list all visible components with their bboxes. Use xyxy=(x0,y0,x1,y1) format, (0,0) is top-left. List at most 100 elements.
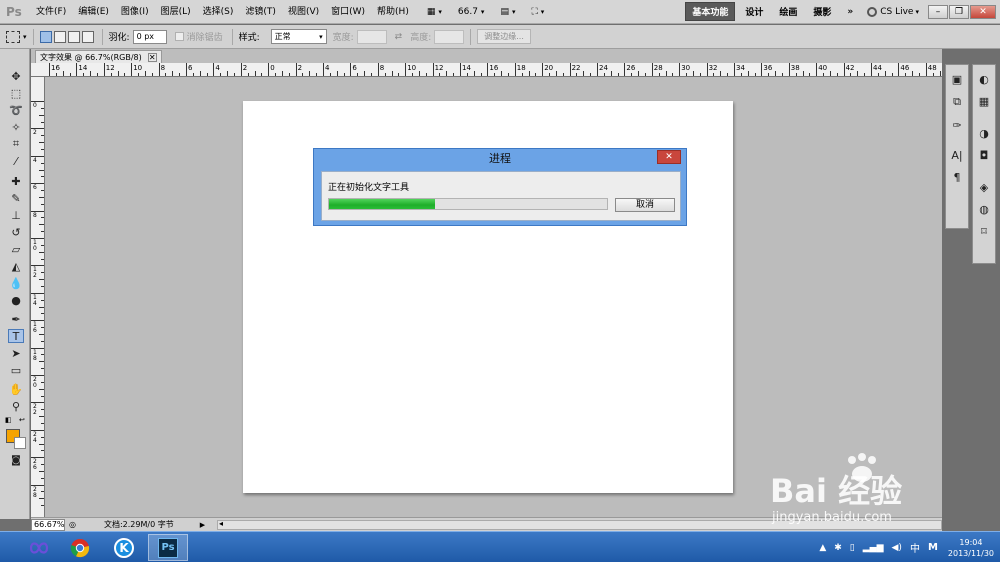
zoom-tool-icon[interactable]: ⚲ xyxy=(8,399,24,413)
workspace-design[interactable]: 设计 xyxy=(739,3,769,20)
taskbar-chrome[interactable] xyxy=(60,534,100,561)
history-icon[interactable]: ⧉ xyxy=(946,92,968,112)
taskbar-photoshop[interactable]: Ps xyxy=(148,534,188,561)
menu-file[interactable]: 文件(F) xyxy=(30,0,72,24)
magic-wand-tool-icon[interactable]: ✧ xyxy=(8,120,24,134)
restore-button[interactable]: ❐ xyxy=(949,4,969,19)
paragraph-icon[interactable]: ¶ xyxy=(946,167,968,187)
eraser-tool-icon[interactable]: ▱ xyxy=(8,242,24,256)
hand-tool-icon[interactable]: ✋ xyxy=(8,382,24,396)
dodge-tool-icon[interactable]: ● xyxy=(8,293,24,307)
ruler-label: 46 xyxy=(900,64,910,72)
default-colors-icon[interactable]: ◧ xyxy=(5,416,12,424)
channels-icon[interactable]: ◍ xyxy=(973,199,995,219)
menu-filter[interactable]: 滤镜(T) xyxy=(239,0,282,24)
extras-dropdown[interactable]: ⛶ ▾ xyxy=(527,3,548,21)
menu-edit[interactable]: 编辑(E) xyxy=(72,0,115,24)
dialog-title: 进程 xyxy=(489,152,511,165)
document-tab[interactable]: 文字效果 @ 66.7%(RGB/8) ✕ xyxy=(35,50,162,63)
more-workspaces-button[interactable]: » xyxy=(841,5,859,19)
workspace-photography[interactable]: 摄影 xyxy=(807,3,837,20)
ime-indicator[interactable]: 中 xyxy=(910,540,920,555)
rectangle-tool-icon[interactable]: ▭ xyxy=(8,363,24,377)
height-input[interactable] xyxy=(434,29,465,44)
screen-mode-dropdown[interactable]: ▦ ▾ xyxy=(423,3,446,21)
minimize-button[interactable]: – xyxy=(928,4,948,19)
path-selection-tool-icon[interactable]: ➤ xyxy=(8,346,24,360)
clock[interactable]: 19:04 2013/11/30 xyxy=(948,537,994,559)
background-color-swatch[interactable] xyxy=(14,437,26,449)
layers-icon[interactable]: ◈ xyxy=(973,177,995,197)
clone-stamp-tool-icon[interactable]: ⊥ xyxy=(8,208,24,222)
move-tool-icon[interactable]: ✥ xyxy=(8,69,24,83)
brush-preset-icon[interactable]: ✑ xyxy=(946,115,968,135)
blur-tool-icon[interactable]: 💧 xyxy=(8,276,24,290)
tray-expand-icon[interactable]: ▲ xyxy=(819,543,826,553)
crop-tool-icon[interactable]: ⌗ xyxy=(8,137,24,151)
menu-image[interactable]: 图像(I) xyxy=(115,0,155,24)
menu-view[interactable]: 视图(V) xyxy=(282,0,325,24)
cs-live-button[interactable]: CS Live ▾ xyxy=(867,6,919,17)
mini-bridge-icon[interactable]: ▣ xyxy=(946,69,968,89)
subtract-selection-icon[interactable] xyxy=(67,30,80,43)
menu-layer[interactable]: 图层(L) xyxy=(155,0,197,24)
menu-help[interactable]: 帮助(H) xyxy=(371,0,415,24)
adjustments-icon[interactable]: ◑ xyxy=(973,123,995,143)
close-window-button[interactable]: ✕ xyxy=(970,4,996,19)
feather-input[interactable]: 0 px xyxy=(132,29,167,44)
history-brush-tool-icon[interactable]: ↺ xyxy=(8,225,24,239)
ruler-tick xyxy=(49,63,50,76)
bluetooth-icon[interactable]: ✱ xyxy=(834,543,842,553)
brush-tool-icon[interactable]: ✎ xyxy=(8,191,24,205)
quick-mask-icon[interactable]: ◙ xyxy=(8,453,24,467)
zoom-dropdown[interactable]: 66.7 ▾ xyxy=(454,3,489,21)
ruler-label: 12 xyxy=(434,64,444,72)
cancel-button[interactable]: 取消 xyxy=(615,198,675,212)
ruler-tick xyxy=(432,63,434,76)
usb-icon[interactable]: ▯ xyxy=(850,543,855,553)
healing-brush-tool-icon[interactable]: ✚ xyxy=(8,174,24,188)
zoom-level-field[interactable]: 66.67% xyxy=(31,518,65,531)
refine-edge-button[interactable]: 调整边缘... xyxy=(477,29,531,44)
ruler-label: 2 xyxy=(33,129,37,137)
intersect-selection-icon[interactable] xyxy=(81,30,94,43)
pen-tool-icon[interactable]: ✒ xyxy=(8,312,24,326)
workspace-painting[interactable]: 绘画 xyxy=(773,3,803,20)
status-menu-arrow-icon[interactable]: ▶ xyxy=(200,521,205,529)
type-tool-icon[interactable]: T xyxy=(8,329,24,343)
dialog-close-button[interactable]: ✕ xyxy=(657,150,681,164)
style-select[interactable]: 正常 ▾ xyxy=(270,29,327,44)
taskbar-kugou[interactable]: K xyxy=(104,534,144,561)
marquee-tool-preset[interactable]: ▾ xyxy=(6,30,27,43)
canvas-area[interactable] xyxy=(45,77,942,517)
arrange-dropdown[interactable]: ▤ ▾ xyxy=(496,3,519,21)
swap-icon[interactable]: ⇄ xyxy=(395,32,403,42)
paths-icon[interactable]: ⌑ xyxy=(973,221,995,241)
color-panel-icon[interactable]: ◐ xyxy=(973,69,995,89)
marquee-tool-icon[interactable]: ⬚ xyxy=(8,86,24,100)
network-icon[interactable]: ▂▄▆ xyxy=(863,543,884,553)
menu-select[interactable]: 选择(S) xyxy=(197,0,240,24)
paint-bucket-tool-icon[interactable]: ◭ xyxy=(8,259,24,273)
start-button[interactable] xyxy=(16,534,62,561)
width-input[interactable] xyxy=(356,29,387,44)
character-icon[interactable]: A| xyxy=(946,145,968,165)
volume-icon[interactable]: ◀) xyxy=(892,543,902,553)
ruler-label: 4 xyxy=(325,64,330,72)
horizontal-scrollbar[interactable]: ◂ xyxy=(217,519,942,530)
new-selection-icon[interactable] xyxy=(39,30,52,43)
swap-colors-icon[interactable]: ↩ xyxy=(19,416,25,424)
add-selection-icon[interactable] xyxy=(53,30,66,43)
swatches-icon[interactable]: ▦ xyxy=(973,91,995,111)
close-icon[interactable]: ✕ xyxy=(147,52,157,62)
eyedropper-tool-icon[interactable]: ⁄ xyxy=(8,154,24,168)
lasso-tool-icon[interactable]: ➰ xyxy=(8,103,24,117)
menu-window[interactable]: 窗口(W) xyxy=(325,0,371,24)
status-info-icon[interactable]: ◎ xyxy=(69,520,76,529)
ime-mode[interactable]: M xyxy=(928,542,938,553)
workspace-essentials[interactable]: 基本功能 xyxy=(685,2,736,21)
masks-icon[interactable]: ◘ xyxy=(973,145,995,165)
antialias-checkbox[interactable] xyxy=(174,32,184,41)
ruler-label: 22 xyxy=(33,403,37,417)
scroll-left-icon[interactable]: ◂ xyxy=(219,519,223,528)
